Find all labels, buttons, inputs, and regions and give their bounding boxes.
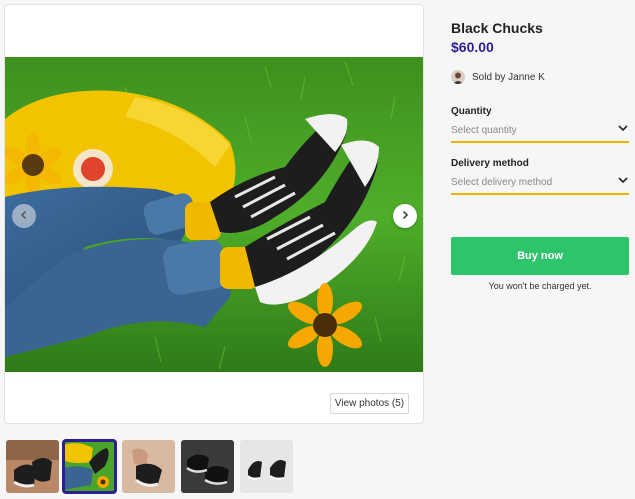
previous-photo-button[interactable] bbox=[12, 204, 36, 228]
product-photo bbox=[5, 57, 423, 372]
avatar bbox=[451, 70, 465, 84]
view-photos-button[interactable]: View photos (5) bbox=[330, 393, 409, 414]
thumbnail-1[interactable] bbox=[6, 440, 59, 493]
charge-note: You won't be charged yet. bbox=[488, 281, 592, 291]
delivery-select[interactable]: Select delivery method bbox=[451, 171, 629, 195]
quantity-select[interactable]: Select quantity bbox=[451, 119, 629, 143]
buy-now-button[interactable]: Buy now bbox=[451, 237, 629, 275]
chevron-down-icon bbox=[617, 173, 629, 191]
product-price: $60.00 bbox=[451, 39, 494, 55]
seller-info: Sold by Janne K bbox=[451, 70, 545, 84]
next-photo-button[interactable] bbox=[393, 204, 417, 228]
delivery-label: Delivery method bbox=[451, 158, 529, 169]
chevron-right-icon bbox=[400, 207, 410, 225]
main-image-card: View photos (5) bbox=[4, 4, 424, 424]
seller-name: Sold by Janne K bbox=[472, 71, 545, 83]
thumbnail-3[interactable] bbox=[122, 440, 175, 493]
product-title: Black Chucks bbox=[451, 20, 543, 36]
quantity-label: Quantity bbox=[451, 106, 492, 117]
quantity-placeholder: Select quantity bbox=[451, 124, 517, 136]
thumbnail-2[interactable] bbox=[62, 439, 117, 494]
chevron-down-icon bbox=[617, 121, 629, 139]
thumbnail-5[interactable] bbox=[240, 440, 293, 493]
chevron-left-icon bbox=[19, 207, 29, 225]
delivery-placeholder: Select delivery method bbox=[451, 176, 553, 188]
thumbnail-4[interactable] bbox=[181, 440, 234, 493]
